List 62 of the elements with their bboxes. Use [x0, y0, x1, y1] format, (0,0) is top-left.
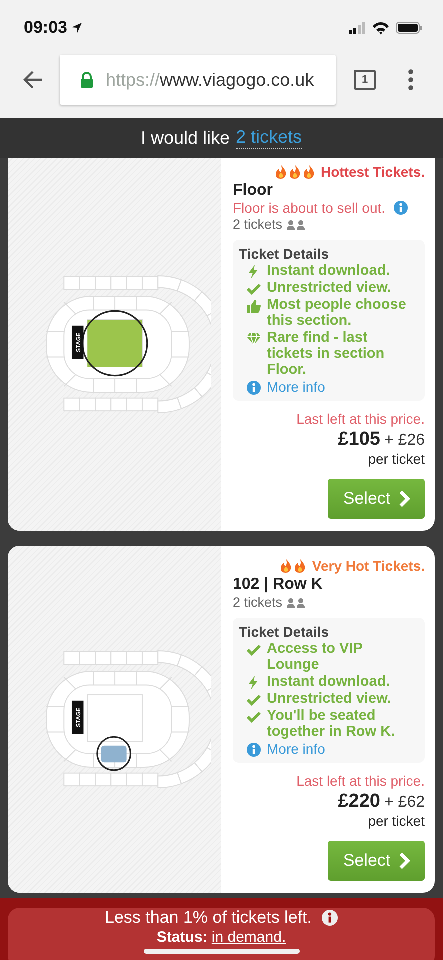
people-icon [286, 598, 305, 608]
diamond-icon [247, 332, 261, 346]
details-heading: Ticket Details [239, 246, 330, 262]
feature-text: Rare find - last tickets in section Floor. [267, 330, 386, 378]
hot-tickets-label: Hottest Tickets. [321, 164, 425, 180]
address-field[interactable]: https://www.viagogo.co.uk [60, 55, 336, 105]
feature-text: Unrestricted view. [267, 280, 392, 296]
sell-out-notice: Floor is about to sell out. [233, 200, 386, 216]
details-heading: Ticket Details [239, 624, 330, 640]
select-button[interactable]: Select [328, 841, 425, 881]
booking-fee: + £62 [384, 794, 425, 811]
info-icon [394, 201, 408, 215]
wifi-icon [372, 22, 390, 34]
price-unit: per ticket [367, 813, 425, 829]
demand-status: Status: in demand. [156, 929, 286, 946]
people-icon [286, 220, 305, 230]
checkmark-icon [247, 643, 261, 657]
signal-icon [349, 22, 366, 34]
menu-button[interactable] [406, 67, 416, 93]
alert-text: Less than 1% of tickets left. [105, 908, 312, 928]
feature-text: Instant download. [267, 674, 390, 690]
battery-icon [396, 22, 423, 34]
chevron-icon [398, 491, 410, 507]
clock-time: 09:03 [24, 18, 68, 38]
thumbs-up-icon [247, 299, 261, 313]
location-arrow-icon [71, 22, 84, 34]
booking-fee: + £26 [384, 432, 425, 449]
select-button[interactable]: Select [328, 479, 425, 519]
ticket-price: £220 [338, 791, 381, 812]
ticket-price: £105 [338, 429, 381, 450]
checkmark-icon [247, 710, 261, 724]
banner-text: I would like [140, 128, 230, 148]
more-info-link[interactable]: More info [267, 741, 326, 757]
feature-text: Unrestricted view. [267, 691, 392, 707]
ticket-quantity-link[interactable]: 2 tickets [236, 127, 302, 149]
info-icon [247, 381, 261, 395]
info-icon [247, 743, 261, 757]
feature-text: Access to VIP Lounge [267, 641, 364, 673]
more-info-link[interactable]: More info [267, 379, 326, 395]
checkmark-icon [247, 282, 261, 296]
lightning-icon [247, 265, 261, 279]
chevron-icon [398, 853, 410, 869]
feature-text: You'll be seated together in Row K. [267, 708, 396, 740]
checkmark-icon [247, 693, 261, 707]
url-text: https://www.viagogo.co.uk [106, 70, 314, 90]
lightning-icon [247, 676, 261, 690]
ticket-count: 2 tickets [233, 217, 283, 232]
price-unit: per ticket [367, 451, 425, 467]
price-notice: Last left at this price. [296, 773, 425, 789]
back-arrow-icon [22, 69, 44, 91]
lock-icon [80, 72, 94, 88]
ticket-count: 2 tickets [233, 595, 283, 610]
feature-text: Most people choose this section. [267, 297, 408, 329]
section-title: Floor [233, 182, 274, 200]
hot-tickets-label: Very Hot Tickets. [312, 558, 425, 574]
tab-count-button[interactable]: 1 [354, 70, 376, 90]
info-icon [322, 910, 338, 926]
more-options-icon [408, 69, 414, 91]
section-title: 102 | Row K [233, 576, 324, 594]
price-notice: Last left at this price. [296, 411, 425, 427]
feature-text: Instant download. [267, 263, 390, 279]
flame-icon [275, 165, 317, 179]
